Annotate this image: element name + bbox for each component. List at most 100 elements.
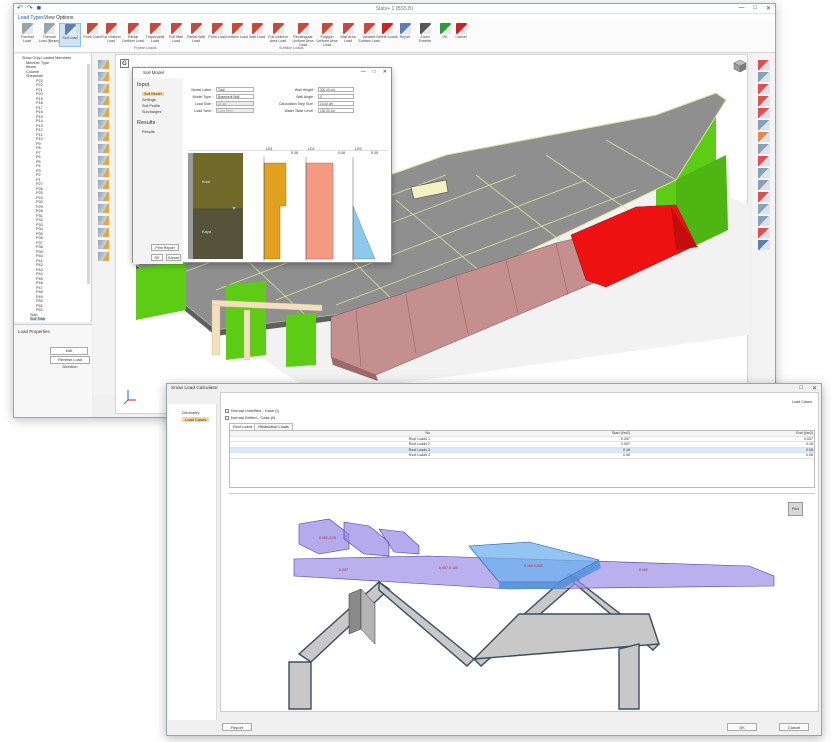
tree-item[interactable]: P48	[36, 290, 43, 294]
ribbon-button-15[interactable]: Wall Area Load	[337, 23, 359, 47]
view-tool-icon[interactable]	[758, 180, 770, 190]
tree-item[interactable]: P51	[36, 304, 43, 308]
tree-item[interactable]: P1	[36, 178, 41, 182]
close-icon[interactable]: ✕	[766, 5, 771, 12]
tree-item[interactable]: P28	[36, 209, 43, 213]
tree-item[interactable]: P47	[36, 286, 43, 290]
tree-item[interactable]: P20	[36, 92, 43, 96]
structure-tool-icon[interactable]	[98, 168, 109, 177]
case-undrifted[interactable]: Normal Undrifted - Case (i)	[225, 408, 279, 413]
tree-item[interactable]: P33	[36, 223, 43, 227]
tree-item[interactable]: Show Only Loaded Members	[22, 56, 71, 60]
tree-item[interactable]: P3	[36, 169, 41, 173]
tree-item[interactable]: P18	[36, 101, 43, 105]
view-tool-icon[interactable]	[758, 60, 770, 70]
maximize-icon[interactable]: □	[799, 385, 803, 392]
calc-step-field[interactable]: 10.00 cm	[318, 101, 354, 106]
structure-tool-icon[interactable]	[98, 252, 109, 261]
structure-tool-icon[interactable]	[98, 180, 109, 189]
tree-item[interactable]: P52	[36, 308, 43, 312]
tree-item[interactable]: P11	[36, 133, 42, 137]
tree-item[interactable]: P49	[36, 295, 43, 299]
load-term-select[interactable]: Long Term	[216, 108, 254, 113]
tree-item[interactable]: P6	[36, 155, 41, 159]
view-tool-icon[interactable]	[758, 72, 770, 82]
view-tool-icon[interactable]	[758, 108, 770, 118]
edit-button[interactable]: Edit	[50, 347, 88, 355]
wall-height-field[interactable]: 300.00 cm	[318, 87, 354, 92]
tree-item[interactable]: P15	[36, 115, 43, 119]
tree-item[interactable]: P5	[36, 160, 41, 164]
tree-item[interactable]: P14	[36, 119, 43, 123]
structure-tool-icon[interactable]	[98, 96, 109, 105]
structure-tool-icon[interactable]	[98, 108, 109, 117]
structure-tool-icon[interactable]	[98, 72, 109, 81]
nav-soil-profile[interactable]: Soil Profile	[142, 104, 160, 108]
maximize-icon[interactable]: □	[373, 69, 376, 75]
ribbon-button-8[interactable]: Partial Wall Load	[185, 23, 207, 47]
nav-settings[interactable]: Settings	[142, 98, 156, 102]
tree-item[interactable]: P39	[36, 250, 43, 254]
tree-item[interactable]: P8	[36, 146, 41, 150]
tab-roof-loads[interactable]: Roof Loads	[229, 423, 257, 430]
tree-item[interactable]: P29	[36, 205, 43, 209]
tree-item[interactable]: P41	[36, 259, 43, 263]
ribbon-button-9[interactable]: Point Load	[206, 23, 228, 47]
view-tool-icon[interactable]	[758, 216, 770, 226]
ok-button[interactable]: OK	[151, 254, 163, 261]
snow-3d-view[interactable]: 0.060-0.05 0.087 0.057-0.160 0.160-0.060…	[229, 493, 815, 710]
ribbon-button-12[interactable]: Full Uniform Area Load	[267, 23, 289, 47]
wall-angle-field[interactable]: 0	[318, 94, 354, 99]
tree-item[interactable]: P46	[36, 281, 43, 285]
water-table-field[interactable]: 100.00 cm	[318, 108, 354, 113]
close-icon[interactable]: ✕	[383, 69, 387, 75]
ribbon-button-6[interactable]: Trapezoidal Load	[144, 23, 166, 47]
ribbon-button-18[interactable]: Report	[394, 23, 416, 47]
tree-item[interactable]: P21	[36, 88, 43, 92]
tree-item[interactable]: P25	[36, 191, 43, 195]
ribbon-button-21[interactable]: Cancel	[450, 23, 472, 47]
view-tool-icon[interactable]	[758, 96, 770, 106]
tab-view-options[interactable]: View Options	[44, 15, 73, 21]
tree-item[interactable]: P43	[36, 268, 43, 272]
tree-item[interactable]: P31	[36, 214, 43, 218]
ribbon-button-19[interactable]: Zoom Extents	[414, 23, 436, 47]
view-tool-icon[interactable]	[758, 84, 770, 94]
structure-tool-icon[interactable]	[98, 156, 109, 165]
tree-item[interactable]: P37	[36, 241, 43, 245]
tree-item[interactable]: P2	[36, 173, 41, 177]
ok-button[interactable]: OK	[727, 723, 757, 731]
tree-item[interactable]: Shearwall	[26, 74, 43, 78]
ribbon-button-0[interactable]: Thermal Load	[16, 23, 38, 47]
report-button[interactable]: Report	[222, 723, 252, 731]
table-row[interactable]: Roof Loads 4 0.08 0.08	[230, 453, 814, 459]
view-tool-icon[interactable]	[758, 228, 770, 238]
view-tool-icon[interactable]	[758, 168, 770, 178]
tree-item[interactable]: P22	[36, 83, 43, 87]
nav-geometry[interactable]: Geometry	[182, 410, 200, 415]
tree-item[interactable]: P7	[36, 151, 41, 155]
structure-tool-icon[interactable]	[98, 120, 109, 129]
model-type-select[interactable]: Basement Wall	[216, 94, 254, 99]
view-tool-icon[interactable]	[758, 204, 770, 214]
structure-tool-icon[interactable]	[98, 228, 109, 237]
minimize-icon[interactable]: —	[738, 5, 744, 12]
tree-item[interactable]: Slab	[30, 313, 38, 317]
view-mode-badge[interactable]: G	[120, 59, 129, 68]
ribbon-button-10[interactable]: Uniform Load	[226, 23, 248, 47]
tree-item[interactable]: P10	[36, 137, 43, 141]
structure-tool-icon[interactable]	[98, 60, 109, 69]
tab-obstruction-loads[interactable]: Obstruction Loads	[254, 423, 293, 430]
nav-load-cases[interactable]: Load Cases	[182, 417, 210, 422]
structure-tool-icon[interactable]	[98, 192, 109, 201]
case-drifted[interactable]: Normal Drifted - Case (ii)	[225, 415, 275, 420]
tree-item[interactable]: P36	[36, 236, 43, 240]
tree-item[interactable]: P24	[36, 196, 43, 200]
tree-item[interactable]: P40	[36, 254, 43, 258]
ribbon-button-7[interactable]: Full Wall Load	[165, 23, 187, 47]
tree-item[interactable]: P44	[36, 272, 43, 276]
ribbon-button-11[interactable]: Wall Load	[246, 23, 268, 47]
close-icon[interactable]: ✕	[812, 385, 817, 392]
ribbon-button-14[interactable]: Polygon Uniform Area Load	[316, 23, 338, 47]
ribbon-button-2[interactable]: Soil Load	[59, 23, 81, 47]
